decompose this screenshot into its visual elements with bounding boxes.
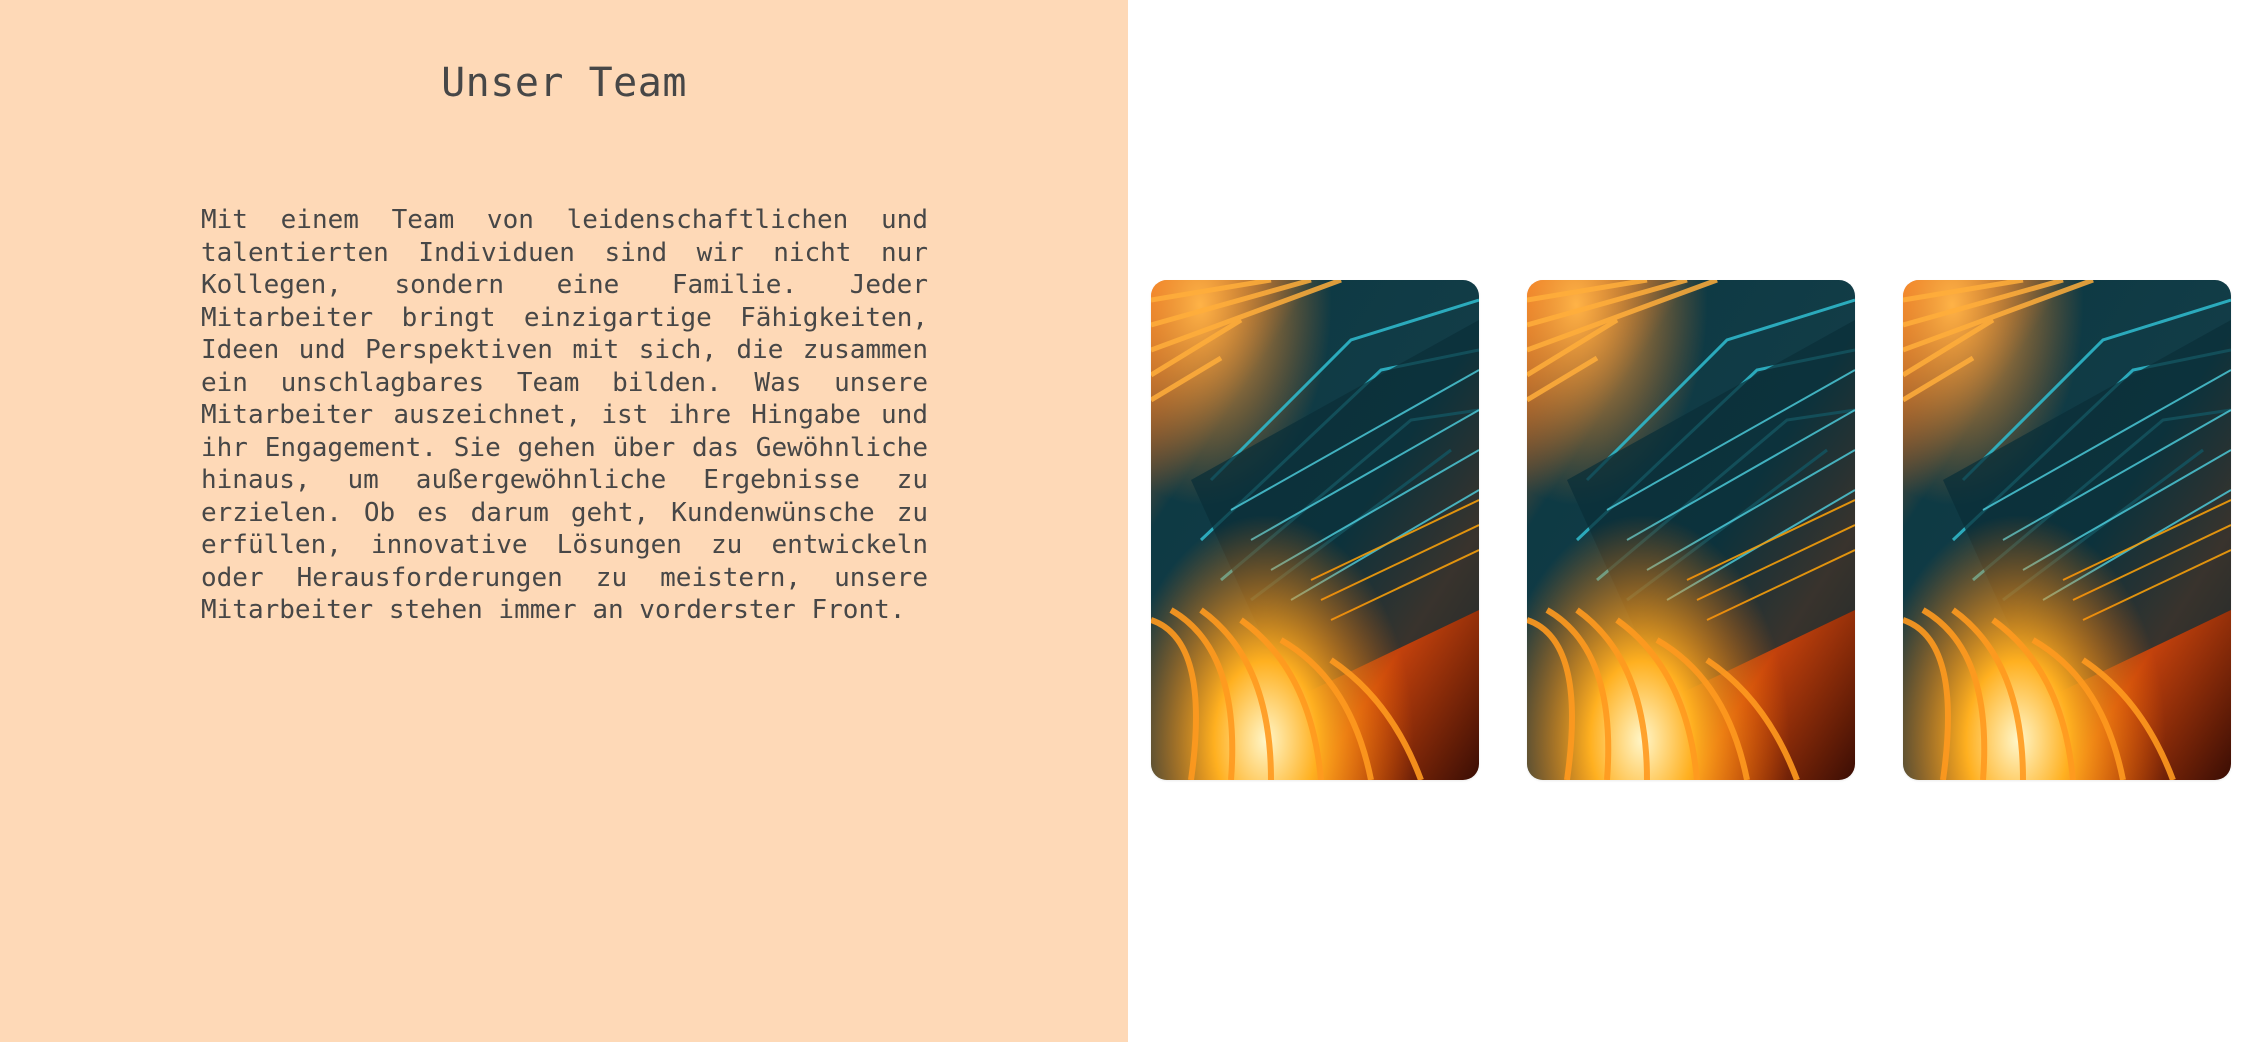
page: Unser Team Mit einem Team von leidenscha… — [0, 0, 2256, 1042]
team-image-card-1 — [1151, 280, 1479, 780]
circuit-board-image — [1903, 280, 2231, 780]
team-image-card-3 — [1903, 280, 2231, 780]
team-image-card-2 — [1527, 280, 1855, 780]
section-title: Unser Team — [441, 60, 687, 106]
circuit-board-image — [1151, 280, 1479, 780]
team-text-panel: Unser Team Mit einem Team von leidenscha… — [0, 0, 1128, 1042]
team-description: Mit einem Team von leidenschaftlichen un… — [201, 205, 928, 625]
circuit-board-image — [1527, 280, 1855, 780]
